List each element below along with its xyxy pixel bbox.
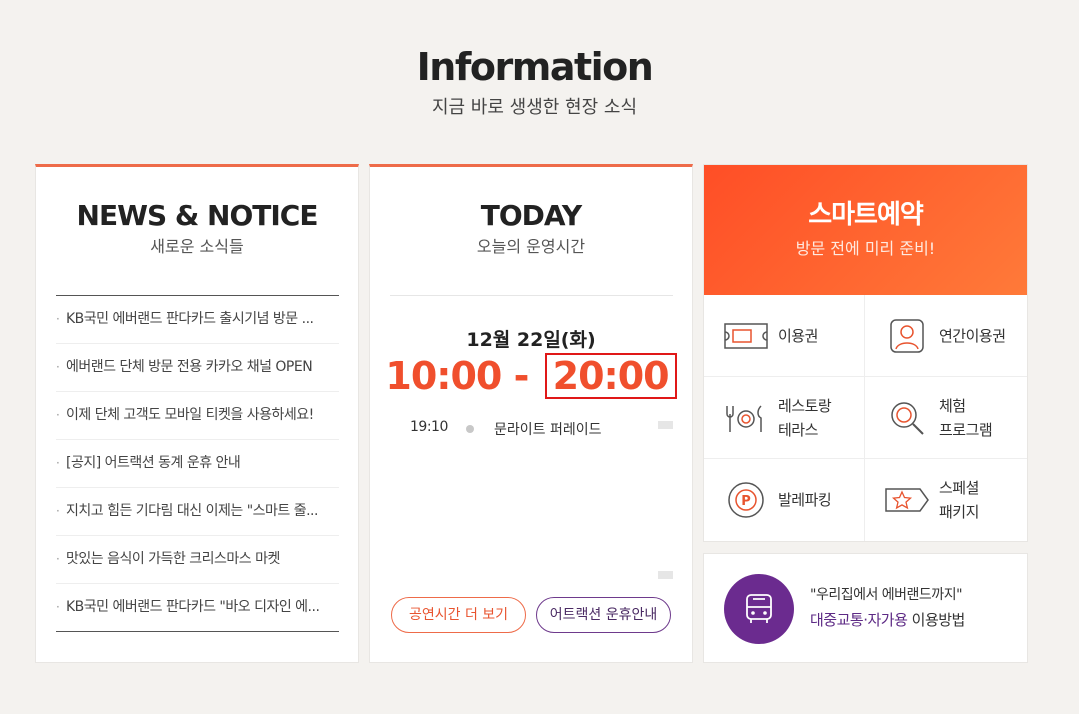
open-time: 10:00 xyxy=(385,354,502,398)
smart-item-valet[interactable]: P 발레파킹 xyxy=(704,459,865,541)
schedule-row[interactable]: 19:10 문라이트 퍼레이드 xyxy=(410,419,672,439)
smart-item-label: 레스토랑 테라스 xyxy=(778,396,832,439)
smart-item-restaurant[interactable]: 레스토랑 테라스 xyxy=(704,377,865,459)
ticket-icon xyxy=(722,316,770,356)
attraction-closure-button[interactable]: 어트랙션 운휴안내 xyxy=(536,597,671,633)
news-item-text: 이제 단체 고객도 모바일 티켓을 사용하세요! xyxy=(66,407,314,423)
today-divider xyxy=(390,295,673,296)
smart-item-ticket[interactable]: 이용권 xyxy=(704,295,865,377)
transport-methods: 대중교통·자가용 xyxy=(810,611,908,629)
news-item[interactable]: · KB국민 에버랜드 판다카드 출시기념 방문 ... xyxy=(56,296,339,343)
news-card: NEWS & NOTICE 새로운 소식들 · KB국민 에버랜드 판다카드 출시… xyxy=(35,164,359,663)
hours-dash: - xyxy=(513,354,530,398)
smart-item-label: 발레파킹 xyxy=(778,491,832,509)
schedule-name: 문라이트 퍼레이드 xyxy=(494,422,602,438)
operating-hours: 10:00 - 20:00 xyxy=(370,353,692,399)
news-item-text: KB국민 에버랜드 판다카드 "바오 디자인 에... xyxy=(66,599,320,615)
bus-icon xyxy=(724,574,794,644)
page-subtitle: 지금 바로 생생한 현장 소식 xyxy=(431,97,638,118)
schedule-time: 19:10 xyxy=(410,419,448,435)
news-bullet: · xyxy=(56,504,60,518)
news-list: · KB국민 에버랜드 판다카드 출시기념 방문 ... · 에버랜드 단체 방문 … xyxy=(56,295,339,632)
section-header: Information 지금 바로 생생한 현장 소식 xyxy=(0,44,1069,120)
magnifier-icon xyxy=(883,398,931,438)
today-card: TODAY 오늘의 운영시간 12월 22일(화) 10:00 - 20:00 … xyxy=(369,164,693,663)
news-item[interactable]: · 이제 단체 고객도 모바일 티켓을 사용하세요! xyxy=(56,391,339,439)
news-bullet: · xyxy=(56,360,60,374)
smart-item-label: 스페셜 패키지 xyxy=(939,479,979,521)
close-time: 20:00 xyxy=(544,353,677,399)
today-subtitle: 오늘의 운영시간 xyxy=(476,237,586,256)
smart-grid: 이용권 연간이용권 레스토랑 테라스 체험 프로그램 P 발레파킹 스페셜 패키… xyxy=(704,295,1027,541)
news-subtitle: 새로운 소식들 xyxy=(150,237,244,256)
smart-item-label: 연간이용권 xyxy=(939,326,1006,345)
news-item[interactable]: · 지치고 힘든 기다림 대신 이제는 "스마트 줄... xyxy=(56,487,339,535)
page-title: Information xyxy=(416,45,654,89)
transport-heading: "우리집에서 에버랜드까지" xyxy=(810,587,963,603)
smart-reservation-card: 스마트예약 방문 전에 미리 준비! 이용권 연간이용권 레스토랑테라스 체험 xyxy=(703,164,1028,542)
news-item[interactable]: · 맛있는 음식이 가득한 크리스마스 마켓 xyxy=(56,535,339,583)
news-item-text: 지치고 힘든 기다림 대신 이제는 "스마트 줄... xyxy=(66,503,318,519)
smart-item-experience[interactable]: 체험 프로그램 xyxy=(865,377,1027,459)
smart-item-label: 체험 프로그램 xyxy=(939,396,993,439)
smart-item-package[interactable]: 스페셜 패키지 xyxy=(865,459,1027,541)
smart-subtitle: 방문 전에 미리 준비! xyxy=(795,239,936,258)
transport-link: 대중교통·자가용 이용방법 xyxy=(810,609,965,630)
news-item-text: [공지] 어트랙션 동계 운휴 안내 xyxy=(66,455,241,471)
scroll-down-handle[interactable] xyxy=(658,571,673,579)
svg-text:P: P xyxy=(741,494,751,509)
annual-pass-icon xyxy=(883,316,931,356)
news-item-text: 맛있는 음식이 가득한 크리스마스 마켓 xyxy=(66,551,280,567)
restaurant-icon xyxy=(722,398,770,438)
today-date: 12월 22일(화) xyxy=(466,329,596,351)
news-bullet: · xyxy=(56,408,60,422)
smart-item-annual-pass[interactable]: 연간이용권 xyxy=(865,295,1027,377)
star-tag-icon xyxy=(883,480,931,520)
show-times-button[interactable]: 공연시간 더 보기 xyxy=(391,597,526,633)
smart-header[interactable]: 스마트예약 방문 전에 미리 준비! xyxy=(704,165,1027,295)
news-title: NEWS & NOTICE xyxy=(76,199,319,232)
news-item-text: 에버랜드 단체 방문 전용 카카오 채널 OPEN xyxy=(66,359,313,375)
news-item[interactable]: · KB국민 에버랜드 판다카드 "바오 디자인 에... xyxy=(56,583,339,631)
today-title: TODAY xyxy=(480,199,582,232)
schedule-dot-icon xyxy=(466,425,474,433)
news-bullet: · xyxy=(56,456,60,470)
news-bullet: · xyxy=(56,600,60,614)
news-item[interactable]: · [공지] 어트랙션 동계 운휴 안내 xyxy=(56,439,339,487)
news-bullet: · xyxy=(56,312,60,326)
parking-icon: P xyxy=(722,480,770,520)
transport-card[interactable]: "우리집에서 에버랜드까지" 대중교통·자가용 이용방법 xyxy=(703,553,1028,663)
scroll-up-handle[interactable] xyxy=(658,421,673,429)
news-item-text: KB국민 에버랜드 판다카드 출시기념 방문 ... xyxy=(66,311,314,327)
news-bullet: · xyxy=(56,552,60,566)
smart-item-label: 이용권 xyxy=(778,326,818,345)
news-item[interactable]: · 에버랜드 단체 방문 전용 카카오 채널 OPEN xyxy=(56,343,339,391)
transport-usage: 이용방법 xyxy=(907,611,966,629)
smart-title: 스마트예약 xyxy=(808,200,924,230)
